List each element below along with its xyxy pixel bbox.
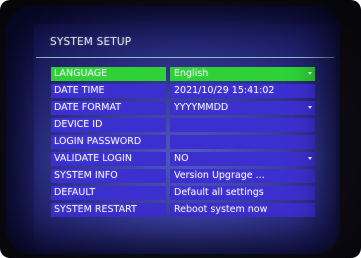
date-time-field[interactable]: 2021/10/29 15:41:02 — [170, 84, 315, 98]
date-time-label: DATE TIME — [51, 84, 166, 98]
monitor-bezel: SYSTEM SETUP LANGUAGE English DATE TIME … — [0, 0, 361, 258]
dropdown-arrow-icon[interactable] — [308, 157, 312, 160]
setting-row-default[interactable]: DEFAULT Default all settings — [51, 186, 321, 200]
setting-row-device-id[interactable]: DEVICE ID — [51, 118, 321, 132]
page-title: SYSTEM SETUP — [50, 36, 132, 48]
system-restart-label: SYSTEM RESTART — [51, 203, 166, 217]
system-restart-value: Reboot system now — [174, 204, 268, 215]
dropdown-arrow-icon[interactable] — [308, 72, 312, 75]
default-settings-button[interactable]: Default all settings — [170, 186, 315, 200]
setting-row-login-password[interactable]: LOGIN PASSWORD — [51, 135, 321, 149]
login-password-label: LOGIN PASSWORD — [51, 135, 166, 149]
title-divider — [36, 57, 334, 58]
version-upgrade-button[interactable]: Version Upgrage ... — [170, 169, 315, 183]
setting-row-language[interactable]: LANGUAGE English — [51, 67, 321, 81]
device-id-label: DEVICE ID — [51, 118, 166, 132]
default-label: DEFAULT — [51, 186, 166, 200]
screen: SYSTEM SETUP LANGUAGE English DATE TIME … — [6, 6, 340, 254]
language-select[interactable]: English — [170, 67, 315, 81]
date-format-label: DATE FORMAT — [51, 101, 166, 115]
system-info-label: SYSTEM INFO — [51, 169, 166, 183]
validate-login-select[interactable]: NO — [170, 152, 315, 166]
date-format-value: YYYYMMDD — [174, 102, 229, 113]
setting-row-date-time[interactable]: DATE TIME 2021/10/29 15:41:02 — [51, 84, 321, 98]
reboot-button[interactable]: Reboot system now — [170, 203, 315, 217]
setting-row-system-info[interactable]: SYSTEM INFO Version Upgrage ... — [51, 169, 321, 183]
device-id-field[interactable] — [170, 118, 315, 132]
language-value: English — [174, 68, 209, 79]
validate-login-label: VALIDATE LOGIN — [51, 152, 166, 166]
date-format-select[interactable]: YYYYMMDD — [170, 101, 315, 115]
dropdown-arrow-icon[interactable] — [308, 106, 312, 109]
system-info-value: Version Upgrage ... — [174, 170, 265, 181]
language-label: LANGUAGE — [51, 67, 166, 81]
date-time-value: 2021/10/29 15:41:02 — [174, 85, 275, 96]
setting-row-validate-login[interactable]: VALIDATE LOGIN NO — [51, 152, 321, 166]
validate-login-value: NO — [174, 153, 189, 164]
setting-row-date-format[interactable]: DATE FORMAT YYYYMMDD — [51, 101, 321, 115]
default-value: Default all settings — [174, 187, 264, 198]
login-password-field[interactable] — [170, 135, 315, 149]
setting-row-system-restart[interactable]: SYSTEM RESTART Reboot system now — [51, 203, 321, 217]
settings-list: LANGUAGE English DATE TIME 2021/10/29 15… — [51, 67, 321, 220]
